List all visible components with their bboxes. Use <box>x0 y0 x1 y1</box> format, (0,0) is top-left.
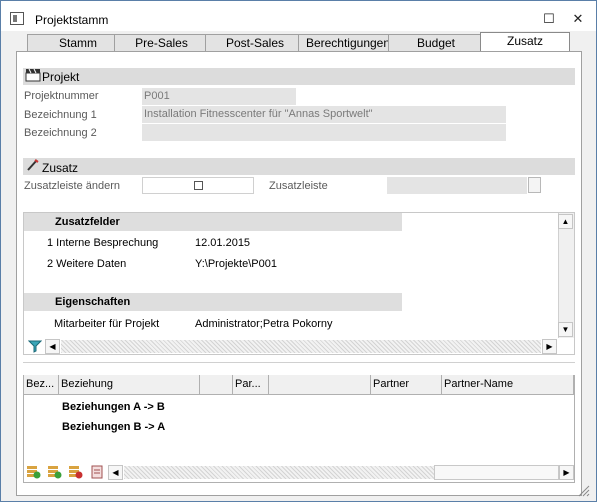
zusatzfelder-vertical-scrollbar[interactable] <box>558 213 574 338</box>
tab-label: Stamm <box>58 36 97 50</box>
window-title: Projektstamm <box>35 13 109 27</box>
projekt-section-title: Projekt <box>42 70 80 84</box>
tab-label: Pre-Sales <box>135 36 188 50</box>
pencil-icon <box>27 159 39 171</box>
tab-pre-sales[interactable]: Pre-Sales <box>114 34 209 51</box>
scroll-left-arrow-icon[interactable]: ◀ <box>45 339 60 354</box>
zusatzfelder-horizontal-scrollbar[interactable] <box>61 340 541 353</box>
funnel-icon[interactable] <box>28 339 42 353</box>
column-header-partner[interactable]: Partner <box>371 375 442 395</box>
tab-post-sales[interactable]: Post-Sales <box>205 34 305 51</box>
tab-label: Post-Sales <box>225 36 285 50</box>
scroll-right-arrow-icon[interactable]: ▶ <box>542 339 557 354</box>
beziehungen-header-row: Bez... Beziehung Par... Partner Partner-… <box>24 375 574 395</box>
zusatzleiste-aendern-checkbox[interactable] <box>194 181 203 190</box>
scroll-right-arrow-icon[interactable]: ▶ <box>559 465 574 480</box>
column-header-partner-name[interactable]: Partner-Name <box>442 375 574 395</box>
scroll-left-arrow-icon[interactable]: ◀ <box>108 465 123 480</box>
scroll-up-arrow-icon[interactable]: ▲ <box>558 214 573 229</box>
section-divider <box>23 362 575 363</box>
zusatzleiste-aendern-label: Zusatzleiste ändern <box>24 180 120 192</box>
zusatzfeld-label: 1 Interne Besprechung <box>47 237 159 249</box>
maximize-button[interactable]: ☐ <box>534 9 564 29</box>
projektnummer-label: Projektnummer <box>24 90 99 102</box>
zusatzleiste-select-button[interactable] <box>528 177 541 193</box>
close-button[interactable]: ✕ <box>563 9 593 29</box>
add-relation-icon[interactable] <box>26 465 41 479</box>
insert-relation-icon[interactable] <box>47 465 62 479</box>
zusatzleiste-field[interactable] <box>387 177 527 194</box>
bezeichnung2-field[interactable] <box>142 124 506 141</box>
column-header-bez[interactable]: Bez... <box>24 375 59 395</box>
bezeichnung1-label: Bezeichnung 1 <box>24 109 97 121</box>
projektstamm-window: Projektstamm ☐ ✕ Stamm Pre-Sales Post-Sa… <box>0 0 597 502</box>
projektnummer-field[interactable]: P001 <box>142 88 296 105</box>
beziehungen-group-b-a[interactable]: Beziehungen B -> A <box>62 421 165 433</box>
clapperboard-icon <box>25 68 41 82</box>
app-icon <box>10 12 24 25</box>
zusatzfeld-value[interactable]: 12.01.2015 <box>195 237 250 249</box>
delete-relation-icon[interactable] <box>68 465 83 479</box>
zusatzfelder-grid <box>23 212 575 355</box>
zusatzfeld-value[interactable]: Y:\Projekte\P001 <box>195 258 277 270</box>
title-bar: Projektstamm ☐ ✕ <box>1 1 596 31</box>
zusatz-section-header <box>23 158 575 175</box>
column-header-spacer[interactable] <box>269 375 371 395</box>
zusatzleiste-label: Zusatzleiste <box>269 180 328 192</box>
scroll-down-arrow-icon[interactable]: ▼ <box>558 322 573 337</box>
column-header-par[interactable]: Par... <box>233 375 269 395</box>
tab-label: Budget <box>416 36 456 50</box>
column-header-beziehung[interactable]: Beziehung <box>59 375 200 395</box>
beziehungen-horizontal-scrollbar[interactable] <box>124 466 434 479</box>
tab-budget[interactable]: Budget <box>388 34 484 51</box>
bezeichnung1-field[interactable]: Installation Fitnesscenter für "Annas Sp… <box>142 106 506 123</box>
zusatzfelder-group-header: Zusatzfelder <box>24 213 402 231</box>
bezeichnung2-label: Bezeichnung 2 <box>24 127 97 139</box>
column-header-spacer[interactable] <box>200 375 233 395</box>
document-icon[interactable] <box>90 465 105 479</box>
eigenschaft-value[interactable]: Administrator;Petra Pokorny <box>195 318 333 330</box>
zusatzfeld-label: 2 Weitere Daten <box>47 258 127 270</box>
tab-bar: Stamm Pre-Sales Post-Sales Berechtigunge… <box>15 32 575 51</box>
zusatz-section-title: Zusatz <box>42 161 79 175</box>
beziehungen-group-a-b[interactable]: Beziehungen A -> B <box>62 401 165 413</box>
scrollbar-thumb[interactable] <box>434 465 559 480</box>
tab-label: Zusatz <box>506 34 543 48</box>
eigenschaft-label: Mitarbeiter für Projekt <box>54 318 160 330</box>
tab-berechtigungen[interactable]: Berechtigungen <box>298 34 398 51</box>
projekt-section-header <box>23 68 575 85</box>
tab-label: Berechtigungen <box>305 36 391 50</box>
resize-grip-icon[interactable] <box>577 484 591 498</box>
tab-zusatz[interactable]: Zusatz <box>480 32 570 51</box>
eigenschaften-group-header: Eigenschaften <box>24 293 402 311</box>
